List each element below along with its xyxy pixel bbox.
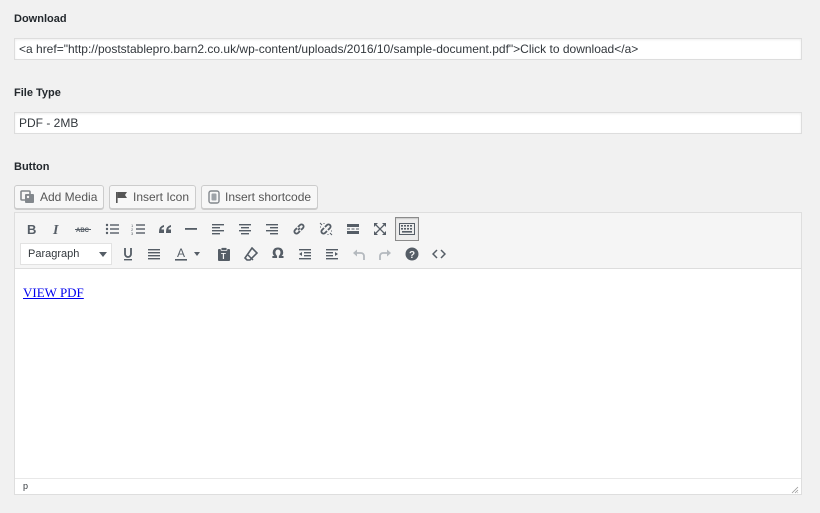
visual-editor: B I ABC 123 Paragraph A T Ω ? VIEW PDF p	[14, 212, 802, 495]
numbered-list-icon: 123	[131, 223, 145, 235]
clear-formatting-button[interactable]	[239, 242, 263, 266]
align-left-icon	[211, 223, 225, 235]
svg-text:I: I	[52, 223, 59, 235]
undo-icon	[352, 247, 366, 261]
special-character-icon: Ω	[272, 246, 284, 262]
insert-shortcode-label: Insert shortcode	[225, 190, 312, 204]
bulleted-list-button[interactable]	[100, 217, 124, 241]
redo-button[interactable]	[373, 242, 397, 266]
indent-button[interactable]	[320, 242, 344, 266]
download-field[interactable]	[14, 38, 802, 60]
svg-text:?: ?	[409, 250, 415, 261]
remove-link-button[interactable]	[314, 217, 338, 241]
underline-icon	[122, 247, 134, 261]
file-type-field[interactable]	[14, 112, 802, 134]
toolbar-toggle-icon	[399, 223, 415, 235]
svg-text:ABC: ABC	[76, 228, 90, 234]
read-more-icon	[346, 223, 360, 235]
editor-content[interactable]: VIEW PDF	[15, 270, 801, 478]
format-select[interactable]: Paragraph	[20, 243, 112, 265]
shortcode-icon	[207, 190, 221, 204]
horizontal-line-icon	[184, 223, 198, 235]
resize-handle-icon[interactable]	[791, 484, 799, 494]
insert-link-icon	[292, 222, 306, 236]
blockquote-button[interactable]	[153, 217, 177, 241]
text-color-icon: A	[174, 247, 200, 261]
toolbar-toggle-button[interactable]	[395, 217, 419, 241]
bold-button[interactable]: B	[19, 217, 43, 241]
fullscreen-button[interactable]	[368, 217, 392, 241]
element-path[interactable]: p	[23, 481, 28, 491]
format-select-value: Paragraph	[28, 248, 80, 260]
outdent-icon	[298, 248, 312, 260]
align-right-button[interactable]	[260, 217, 284, 241]
clear-formatting-icon	[244, 247, 258, 261]
download-label: Download	[14, 13, 67, 25]
undo-button[interactable]	[347, 242, 371, 266]
insert-icon-button[interactable]: Insert Icon	[109, 185, 197, 209]
file-type-label: File Type	[14, 87, 61, 99]
underline-button[interactable]	[116, 242, 140, 266]
text-color-button[interactable]: A	[172, 242, 202, 266]
add-media-button[interactable]: Add Media	[14, 185, 105, 209]
fullscreen-icon	[373, 222, 387, 236]
redo-icon	[378, 247, 392, 261]
strikethrough-button[interactable]: ABC	[71, 217, 95, 241]
code-icon	[432, 249, 446, 259]
bulleted-list-icon	[105, 223, 119, 235]
svg-text:B: B	[27, 223, 36, 235]
add-media-icon	[20, 190, 36, 204]
read-more-button[interactable]	[341, 217, 365, 241]
flag-icon	[115, 191, 129, 203]
svg-text:3: 3	[131, 231, 134, 235]
strikethrough-icon: ABC	[75, 223, 91, 235]
editor-toolbar: B I ABC 123 Paragraph A T Ω ?	[15, 213, 801, 269]
remove-link-icon	[319, 222, 333, 236]
numbered-list-button[interactable]: 123	[126, 217, 150, 241]
align-right-icon	[265, 223, 279, 235]
special-character-button[interactable]: Ω	[266, 242, 290, 266]
code-button[interactable]	[427, 242, 451, 266]
editor-statusbar: p	[15, 478, 801, 494]
insert-shortcode-button[interactable]: Insert shortcode	[201, 185, 319, 209]
paste-as-text-button[interactable]: T	[212, 242, 236, 266]
blockquote-icon	[158, 223, 172, 235]
help-icon: ?	[405, 247, 419, 261]
text-color-letter: A	[177, 247, 185, 260]
button-label: Button	[14, 161, 50, 173]
chevron-down-icon	[99, 252, 107, 257]
insert-icon-label: Insert Icon	[133, 190, 190, 204]
svg-text:T: T	[221, 252, 226, 261]
insert-link-button[interactable]	[287, 217, 311, 241]
view-pdf-link[interactable]: VIEW PDF	[23, 285, 84, 300]
help-button[interactable]: ?	[400, 242, 424, 266]
horizontal-line-button[interactable]	[179, 217, 203, 241]
paste-as-text-icon: T	[217, 247, 231, 261]
justify-icon	[147, 248, 161, 260]
bold-icon: B	[25, 223, 37, 235]
italic-button[interactable]: I	[45, 217, 69, 241]
justify-button[interactable]	[142, 242, 166, 266]
indent-icon	[325, 248, 339, 260]
italic-icon: I	[51, 223, 63, 235]
outdent-button[interactable]	[293, 242, 317, 266]
add-media-label: Add Media	[40, 190, 98, 204]
align-center-button[interactable]	[233, 217, 257, 241]
align-left-button[interactable]	[206, 217, 230, 241]
align-center-icon	[238, 223, 252, 235]
